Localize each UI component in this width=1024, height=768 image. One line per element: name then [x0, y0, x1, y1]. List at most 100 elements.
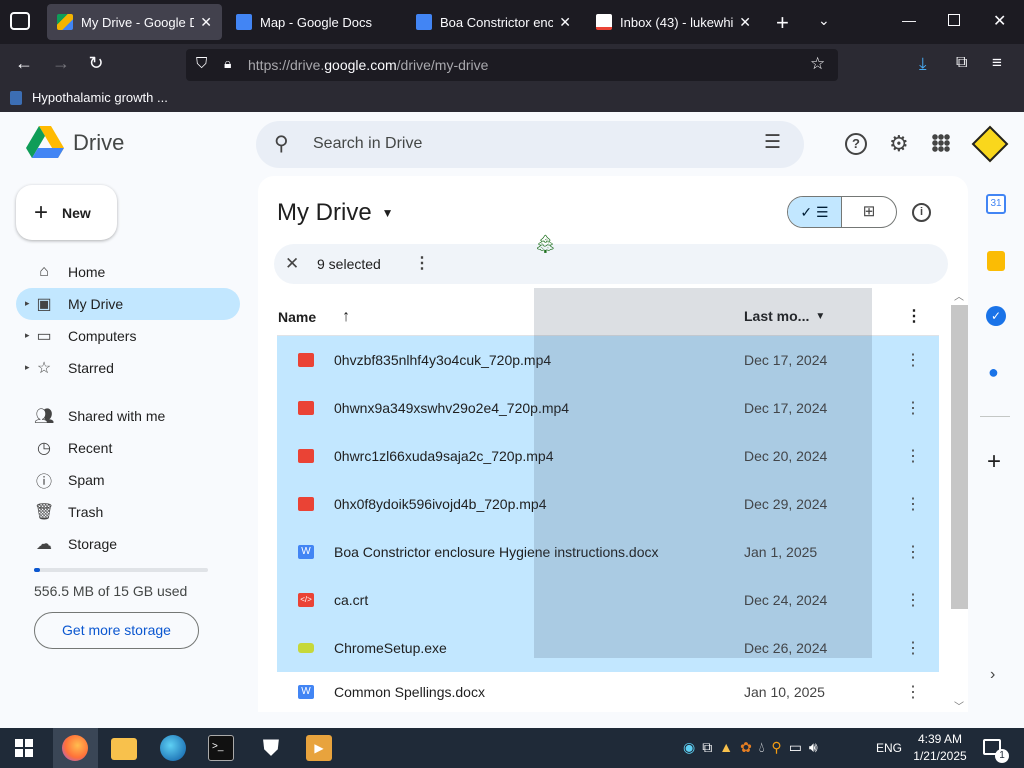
row-more-icon[interactable]: ⋮ [905, 494, 921, 514]
sidebar-item-computers[interactable]: ▭ Computers [16, 320, 240, 352]
tray-app-icon[interactable]: ◉ [683, 739, 695, 756]
row-more-icon[interactable]: ⋮ [905, 590, 921, 610]
clock[interactable]: 4:39 AM 1/21/2025 [910, 731, 970, 765]
language-indicator[interactable]: ENG [876, 741, 902, 755]
volume-icon[interactable]: 🔊︎ [809, 739, 818, 756]
column-header-name[interactable]: Name ↑ [278, 308, 350, 326]
sort-up-arrow-icon[interactable]: ↑ [342, 308, 350, 326]
tab-inbox[interactable]: Inbox (43) - lukewhiting ✕ [586, 4, 761, 40]
tab-my-drive[interactable]: My Drive - Google Drive ✕ [47, 4, 222, 40]
table-row[interactable]: W Common Spellings.docx Jan 10, 2025 ⋮ [277, 672, 939, 712]
new-button-label: New [62, 204, 91, 221]
sidebar-item-label: Trash [68, 504, 104, 520]
security-shield-icon[interactable]: ⛊ [258, 735, 284, 761]
expand-caret-icon[interactable]: ▸ [25, 362, 30, 373]
keep-icon[interactable] [987, 251, 1005, 271]
row-more-icon[interactable]: ⋮ [905, 446, 921, 466]
scrollbar-thumb[interactable] [951, 305, 968, 609]
tray-app2-icon[interactable]: ✿ [740, 739, 752, 756]
sidebar-item-starred[interactable]: ☆ Starred [16, 352, 240, 384]
menu-hamburger-icon[interactable]: ≡ [992, 53, 1002, 73]
sidebar-item-spam[interactable]: ⓘ Spam [16, 464, 240, 496]
tasks-icon[interactable]: ✓ [986, 306, 1006, 326]
help-icon[interactable]: ? [845, 133, 867, 155]
sidebar-item-home[interactable]: ⌂ Home [16, 256, 240, 288]
my-drive-icon: ▣ [36, 296, 52, 313]
forward-arrow-icon[interactable]: → [49, 53, 73, 74]
get-more-storage-button[interactable]: Get more storage [34, 612, 199, 649]
contacts-icon[interactable]: ● [988, 362, 999, 383]
page-title[interactable]: My Drive ▼ [277, 199, 394, 227]
expand-panel-chevron-icon[interactable]: › [990, 666, 995, 684]
close-tab-icon[interactable]: ✕ [739, 14, 751, 31]
tray-drive-icon[interactable]: ▲ [719, 739, 733, 756]
clear-selection-icon[interactable]: ✕ [285, 254, 299, 274]
firefox-icon[interactable] [62, 735, 88, 761]
search-icon[interactable]: ⚲ [274, 131, 289, 156]
sidebar-item-shared[interactable]: 👥︎ Shared with me [16, 400, 240, 432]
details-info-icon[interactable]: i [912, 203, 931, 222]
sidebar-item-my-drive[interactable]: ▣ My Drive [16, 288, 240, 320]
tray-window-icon[interactable]: ⧉ [702, 739, 712, 756]
row-more-icon[interactable]: ⋮ [905, 398, 921, 418]
tab-map-docs[interactable]: Map - Google Docs [226, 4, 406, 40]
bookmark-item[interactable]: Hypothalamic growth ... [10, 90, 168, 105]
people-icon: 👥︎ [34, 408, 55, 425]
edge-icon[interactable] [160, 735, 186, 761]
close-window-icon[interactable]: ✕ [993, 11, 1006, 31]
tab-overview-icon[interactable] [10, 12, 30, 30]
more-actions-icon[interactable]: ⋮ [414, 253, 430, 273]
shield-icon[interactable]: ⛉ [196, 55, 207, 72]
row-more-icon[interactable]: ⋮ [905, 542, 921, 562]
computer-icon: ▭ [36, 328, 52, 345]
code-file-icon: </> [298, 593, 314, 607]
apps-grid-icon[interactable] [932, 134, 950, 152]
search-bar[interactable]: ⚲ Search in Drive ☰ [256, 121, 804, 168]
row-more-icon[interactable]: ⋮ [905, 350, 921, 370]
sidebar-item-label: Recent [68, 440, 113, 456]
tray-drop-icon[interactable]: 💧︎ [759, 739, 765, 756]
sidebar-item-storage[interactable]: ☁ Storage [16, 528, 240, 560]
trash-icon: 🗑︎ [34, 504, 55, 521]
file-name: 0hvzbf835nlhf4y3o4cuk_720p.mp4 [334, 352, 552, 368]
terminal-icon[interactable]: >_ [208, 735, 234, 761]
add-addon-icon[interactable]: + [987, 448, 1001, 476]
address-bar[interactable]: ⛉ 🔒︎ https://drive.google.com/drive/my-d… [186, 49, 838, 81]
sidebar-item-recent[interactable]: ◷ Recent [16, 432, 240, 464]
list-view-button[interactable]: ✓ ☰ [788, 197, 843, 227]
column-options-icon[interactable]: ⋮ [906, 306, 922, 326]
word-file-icon: W [298, 545, 314, 559]
sidebar-item-trash[interactable]: 🗑︎ Trash [16, 496, 240, 528]
file-explorer-icon[interactable] [111, 738, 137, 760]
minimize-window-icon[interactable]: — [902, 12, 916, 28]
tray-search-icon[interactable]: ⚲ [771, 739, 781, 756]
drive-logo[interactable]: Drive [26, 126, 124, 160]
settings-gear-icon[interactable]: ⚙ [889, 131, 909, 157]
search-options-icon[interactable]: ☰ [764, 131, 781, 154]
calendar-icon[interactable]: 31 [986, 194, 1006, 214]
scroll-up-icon[interactable]: ︿ [954, 288, 964, 303]
expand-caret-icon[interactable]: ▸ [25, 298, 30, 309]
tab-list-chevron-icon[interactable]: ⌄ [818, 12, 830, 29]
row-more-icon[interactable]: ⋮ [905, 682, 921, 702]
downloads-icon[interactable]: ⤓ [919, 54, 927, 74]
tray-display-icon[interactable]: ▭ [789, 739, 802, 756]
restore-window-icon[interactable] [948, 14, 960, 26]
reload-icon[interactable]: ↻ [84, 53, 108, 74]
new-tab-icon[interactable]: + [776, 10, 789, 36]
media-player-icon[interactable]: ▶ [306, 735, 332, 761]
lock-icon[interactable]: 🔒︎ [224, 55, 231, 72]
close-tab-icon[interactable]: ✕ [559, 14, 571, 31]
extensions-icon[interactable]: ⧉ [956, 54, 967, 72]
bookmark-star-icon[interactable]: ☆ [810, 54, 825, 74]
scroll-down-icon[interactable]: ﹀ [954, 698, 964, 713]
search-input[interactable]: Search in Drive [313, 135, 422, 153]
new-button[interactable]: + New [16, 185, 117, 240]
windows-start-icon[interactable] [15, 739, 33, 757]
tab-boa-constrictor[interactable]: Boa Constrictor enclosure ✕ [406, 4, 581, 40]
back-arrow-icon[interactable]: ← [12, 53, 36, 74]
expand-caret-icon[interactable]: ▸ [25, 330, 30, 341]
grid-view-button[interactable]: ⊞ [842, 197, 896, 227]
row-more-icon[interactable]: ⋮ [905, 638, 921, 658]
close-tab-icon[interactable]: ✕ [200, 14, 212, 31]
